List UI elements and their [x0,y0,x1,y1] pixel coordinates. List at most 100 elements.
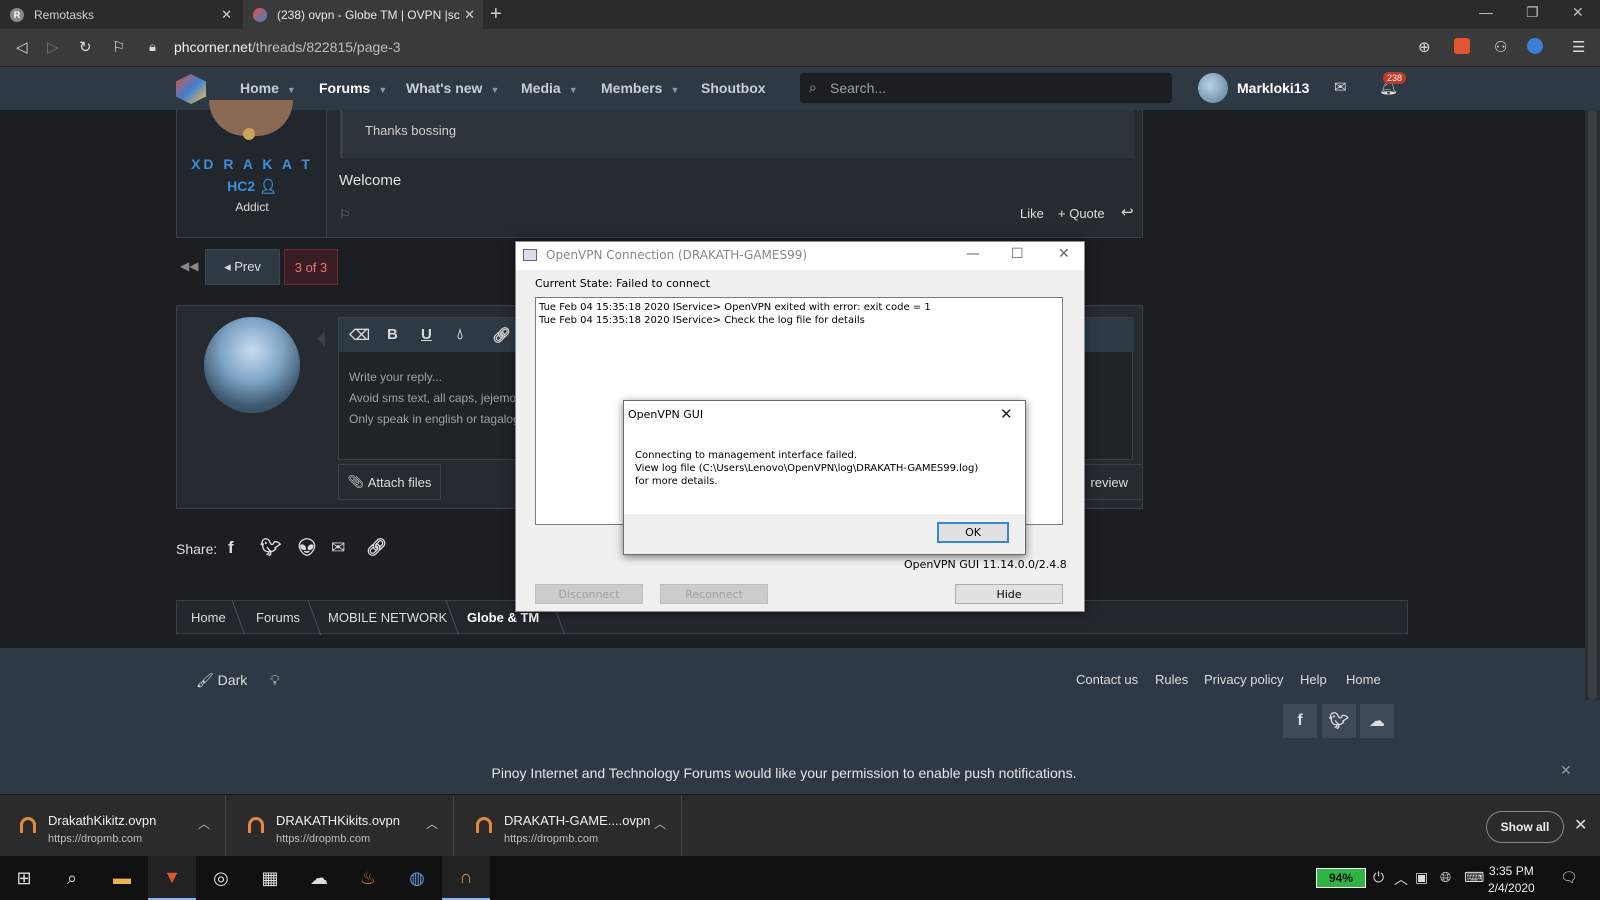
maximize-icon[interactable]: ☐ [1011,246,1024,262]
brave-browser-icon[interactable]: ▼ [148,856,196,900]
calculator-icon[interactable]: ▦ [246,856,294,900]
footer-link-home[interactable]: Home [1346,672,1381,687]
tab-remotasks[interactable]: R Remotasks ✕ [0,0,240,29]
share-page-icon[interactable]: ⊕ [1418,38,1431,56]
footer-link-rules[interactable]: Rules [1155,672,1188,687]
tray-app-icon[interactable]: ▣ [1415,869,1428,886]
facebook-icon[interactable]: f [1283,704,1317,738]
close-icon[interactable]: ✕ [1560,762,1572,779]
forward-icon[interactable]: ▷ [47,38,59,56]
nav-shoutbox[interactable]: Shoutbox [701,80,766,96]
nav-whats-new[interactable]: What's new ▼ [406,80,499,96]
lightbulb-icon[interactable]: 💡︎ [270,672,280,689]
quote-button[interactable]: + Quote [1058,206,1105,221]
openvpn-taskbar-icon[interactable]: ∩ [442,856,490,900]
disconnect-button[interactable]: Disconnect [535,584,643,604]
download-item[interactable]: DRAKATHKikits.ovpn https://dropmb.com ︿ [228,795,454,857]
username[interactable]: Markloki13 [1237,80,1309,96]
brave-shields-icon[interactable] [1454,38,1470,54]
window-titlebar[interactable]: OpenVPN Connection (DRAKATH-GAMES99) — ☐… [516,242,1084,270]
underline-icon[interactable]: U [421,326,432,343]
reconnect-button[interactable]: Reconnect [660,584,768,604]
breadcrumb-globe-tm[interactable]: Globe & TM [467,610,539,625]
report-flag-icon[interactable]: ⚐ [339,207,351,223]
close-tab-icon[interactable]: ✕ [464,7,475,23]
tab-phcorner[interactable]: (238) ovpn - Globe TM | OVPN |sc ✕ [243,0,483,29]
twitter-icon[interactable]: 🐦︎ [1322,704,1356,738]
chevron-up-icon[interactable]: ︿ [654,815,666,832]
hide-button[interactable]: Hide [955,584,1063,604]
minimize-icon[interactable]: — [966,246,980,262]
search-icon[interactable]: ⌕ [48,856,96,900]
reload-icon[interactable]: ↻ [79,38,92,56]
breadcrumb-mobile-network[interactable]: MOBILE NETWORK [328,610,447,625]
close-icon[interactable]: ✕ [1058,246,1070,262]
phcorner-logo-icon[interactable] [176,74,206,104]
scrollbar-thumb[interactable] [1588,110,1597,700]
back-icon[interactable]: ◁ [16,38,28,56]
bookmark-icon[interactable]: ⚐ [112,38,125,56]
url-field[interactable]: phcorner.net/threads/822815/page-3 [174,39,401,55]
restore-icon[interactable]: ❐ [1526,4,1539,21]
bold-icon[interactable]: B [387,326,398,343]
media-player-icon[interactable]: ◎ [197,856,245,900]
menu-icon[interactable]: ☰ [1572,38,1585,56]
chevron-up-icon[interactable]: ︿ [426,815,438,832]
search-input[interactable] [830,73,1160,103]
nav-media[interactable]: Media ▼ [521,80,578,96]
twitter-icon[interactable]: 🐦︎ [260,538,282,558]
attach-files-button[interactable]: 📎︎ Attach files [338,464,441,500]
nav-forums[interactable]: Forums ▼ [319,80,387,96]
avatar[interactable] [204,317,300,413]
close-downloads-icon[interactable]: ✕ [1574,815,1587,835]
nav-members[interactable]: Members ▼ [601,80,679,96]
link-icon[interactable]: 🔗︎ [492,326,511,344]
breadcrumb-home[interactable]: Home [191,610,226,625]
cloud-upload-icon[interactable]: ☁ [1360,704,1394,738]
breadcrumb-forums[interactable]: Forums [256,610,300,625]
file-explorer-icon[interactable]: ▬ [98,856,146,900]
windows-start-icon[interactable]: ⊞ [0,856,48,900]
author-name[interactable]: XD R A K A T [177,156,327,172]
footer-link-contact[interactable]: Contact us [1076,672,1138,687]
nav-home[interactable]: Home ▼ [240,80,296,96]
current-page-indicator[interactable]: 3 of 3 [284,249,338,285]
app-icon[interactable]: ☁ [295,856,343,900]
footer-link-help[interactable]: Help [1300,672,1327,687]
network-globe-icon[interactable]: 🌐︎ [1440,869,1451,886]
close-window-icon[interactable]: ✕ [1572,4,1584,21]
eraser-icon[interactable]: ⌫ [349,326,370,344]
download-item[interactable]: DRAKATH-GAME....ovpn https://dropmb.com … [456,795,682,857]
prev-page-button[interactable]: ◂ Prev [205,249,280,285]
first-page-icon[interactable]: ◀◀ [180,259,198,273]
vpn-extension-icon[interactable] [1527,38,1543,54]
link-icon[interactable]: 🔗︎ [366,538,388,558]
footer-link-privacy[interactable]: Privacy policy [1204,672,1283,687]
keyboard-icon[interactable]: ⌨ [1464,869,1484,886]
close-icon[interactable]: ✕ [1000,405,1013,423]
chevron-up-icon[interactable]: ︿ [198,815,210,832]
system-clock[interactable]: 3:35 PM 2/4/2020 [1488,863,1535,897]
battery-indicator[interactable]: 94% [1316,868,1366,888]
user-avatar[interactable] [1198,73,1228,103]
download-item[interactable]: DrakathKikitz.ovpn https://dropmb.com ︿ [0,795,226,857]
extension-icon[interactable]: ⚇ [1494,38,1507,56]
power-plug-icon[interactable]: ⏻ [1373,869,1384,886]
action-center-icon[interactable]: 🗨︎ [1560,869,1578,886]
like-button[interactable]: Like [1020,206,1044,221]
preview-button[interactable]: review [1083,464,1143,500]
chevron-up-icon[interactable]: ︿ [1394,869,1408,889]
inbox-icon[interactable]: ✉ [1334,78,1347,96]
reddit-icon[interactable]: 👽︎ [296,538,318,558]
reply-arrow-icon[interactable]: ↩ [1121,203,1134,221]
flame-app-icon[interactable]: ♨ [344,856,392,900]
color-drop-icon[interactable]: 💧︎ [457,326,463,343]
globe-app-icon[interactable]: ◍ [393,856,441,900]
ok-button[interactable]: OK [937,522,1009,543]
close-tab-icon[interactable]: ✕ [221,7,232,23]
minimize-icon[interactable]: — [1479,4,1493,20]
show-all-downloads-button[interactable]: Show all [1486,811,1564,843]
new-tab-icon[interactable]: + [490,3,502,26]
theme-toggle[interactable]: 🖌︎ Dark [196,672,247,689]
email-icon[interactable]: ✉ [331,538,345,558]
